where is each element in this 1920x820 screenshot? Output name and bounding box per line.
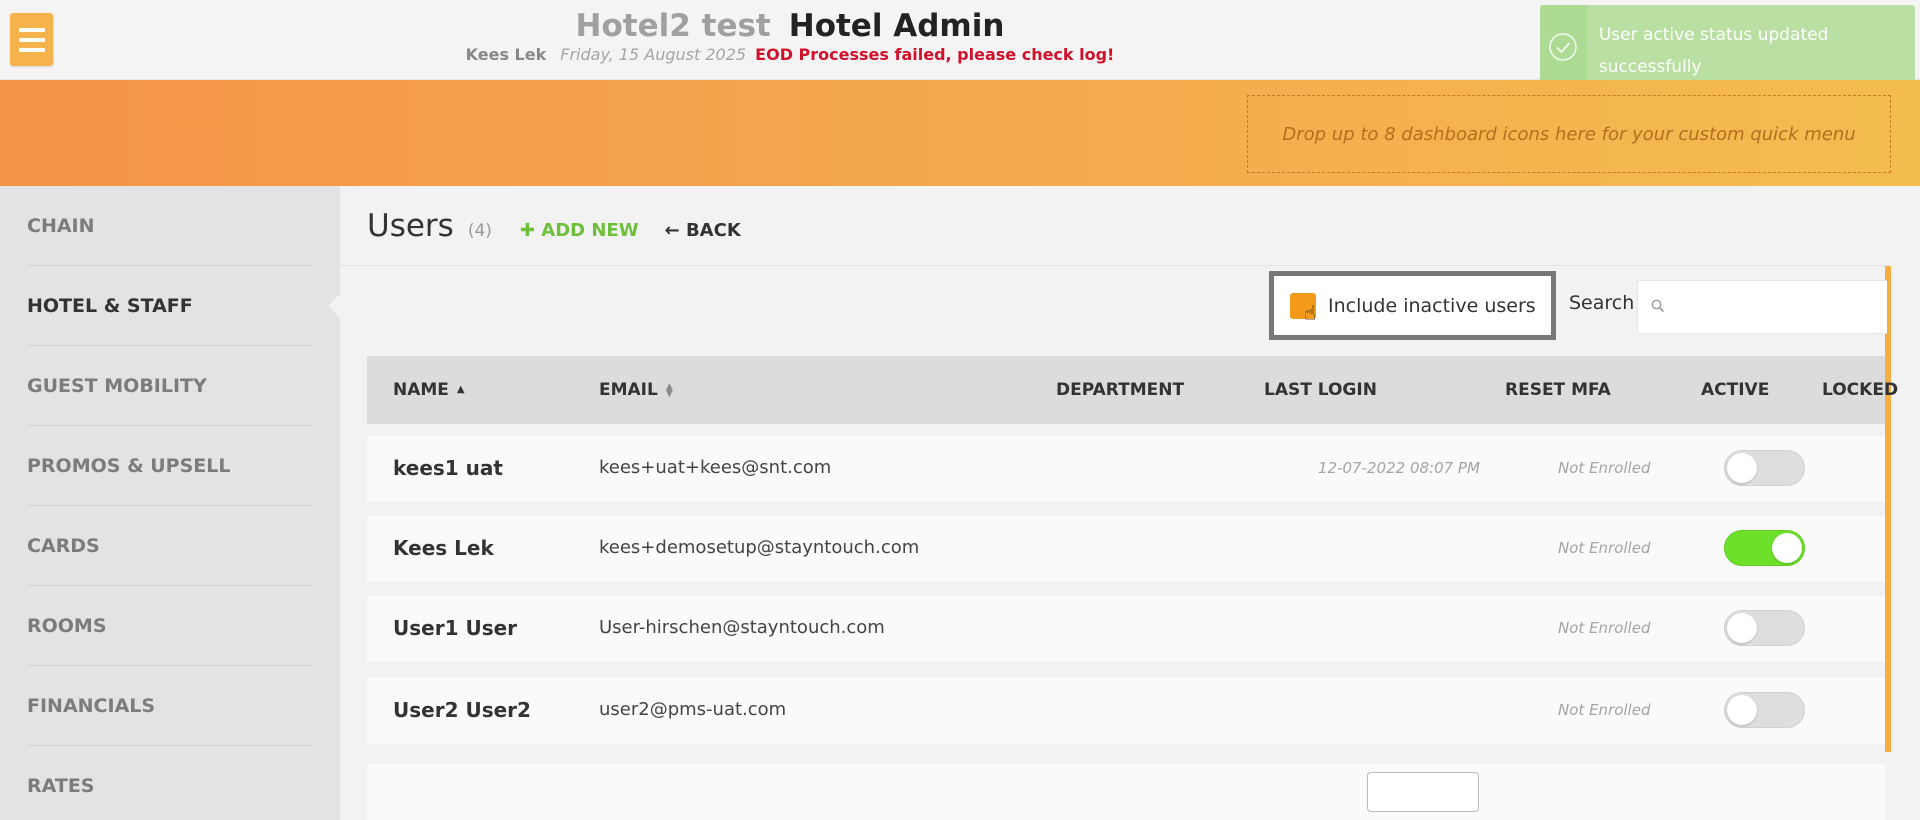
toggle-knob xyxy=(1727,695,1757,725)
user-email: kees+uat+kees@snt.com xyxy=(599,457,832,478)
user-email: kees+demosetup@stayntouch.com xyxy=(599,537,920,558)
toast-message: User active status updated successfully xyxy=(1598,25,1829,77)
sidebar: CHAIN HOTEL & STAFF GUEST MOBILITY PROMO… xyxy=(0,186,341,820)
column-header-locked: LOCKED xyxy=(1822,380,1899,400)
user-name[interactable]: Kees Lek xyxy=(393,536,494,560)
sort-icon: ▲ ▼ xyxy=(665,382,673,399)
toggle-knob xyxy=(1727,613,1757,643)
sidebar-item-rates[interactable]: RATES xyxy=(27,746,313,820)
column-header-active: ACTIVE xyxy=(1701,380,1770,400)
quick-menu-dropzone[interactable]: Drop up to 8 dashboard icons here for yo… xyxy=(1247,95,1891,173)
scroll-accent-bar xyxy=(1885,266,1891,752)
table-header: NAME ▲ EMAIL ▲ ▼ DEPARTMENT LAST LOGIN RESE… xyxy=(367,356,1898,424)
header-divider xyxy=(340,265,1890,266)
user-count: (4) xyxy=(467,221,492,241)
user-email: User-hirschen@stayntouch.com xyxy=(599,617,885,638)
sort-ascending-icon: ▲ xyxy=(456,384,465,395)
include-inactive-filter[interactable]: ☝ Include inactive users xyxy=(1269,271,1556,340)
table-row[interactable]: Kees Lek kees+demosetup@stayntouch.com N… xyxy=(367,516,1885,582)
user-email: user2@pms-uat.com xyxy=(599,699,787,720)
search-input[interactable] xyxy=(1637,280,1887,334)
active-toggle[interactable] xyxy=(1724,610,1805,646)
reset-mfa-status: Not Enrolled xyxy=(1558,459,1651,477)
header-subtitle: Kees Lek Friday, 15 August 2025 EOD Proce… xyxy=(0,45,1580,64)
success-toast: User active status updated successfully xyxy=(1540,5,1915,89)
sidebar-item-guest-mobility[interactable]: GUEST MOBILITY xyxy=(27,346,313,426)
quick-menu-band: Drop up to 8 dashboard icons here for yo… xyxy=(0,80,1920,186)
add-new-label: ADD NEW xyxy=(541,220,639,241)
search-label: Search xyxy=(1569,292,1635,314)
page-header: Users (4) ✚ ADD NEW ← BACK xyxy=(367,208,741,244)
active-toggle[interactable] xyxy=(1724,450,1805,486)
search-icon xyxy=(1651,299,1665,313)
hotel-name: Hotel2 test xyxy=(575,8,771,44)
table-row[interactable]: User1 User User-hirschen@stayntouch.com … xyxy=(367,596,1885,662)
sidebar-item-hotel-staff[interactable]: HOTEL & STAFF xyxy=(27,266,313,346)
last-login: 12-07-2022 08:07 PM xyxy=(1318,459,1480,477)
include-inactive-checkbox[interactable]: ☝ xyxy=(1290,292,1316,325)
column-header-department: DEPARTMENT xyxy=(1056,380,1185,400)
pagination-bar xyxy=(367,764,1885,820)
arrow-left-icon: ← xyxy=(664,220,680,241)
active-toggle[interactable] xyxy=(1724,692,1805,728)
reset-mfa-status: Not Enrolled xyxy=(1558,539,1651,557)
toggle-knob xyxy=(1772,533,1802,563)
sidebar-item-rooms[interactable]: ROOMS xyxy=(27,586,313,666)
sidebar-item-promos-upsell[interactable]: PROMOS & UPSELL xyxy=(27,426,313,506)
plus-icon: ✚ xyxy=(519,220,535,241)
add-new-button[interactable]: ✚ ADD NEW xyxy=(520,220,639,241)
sidebar-item-financials[interactable]: FINANCIALS xyxy=(27,666,313,746)
user-name[interactable]: User1 User xyxy=(393,616,517,640)
column-header-reset-mfa: RESET MFA xyxy=(1505,380,1611,400)
hand-cursor-icon: ☝ xyxy=(1304,300,1317,325)
table-row[interactable]: User2 User2 user2@pms-uat.com Not Enroll… xyxy=(367,678,1885,744)
user-name[interactable]: User2 User2 xyxy=(393,698,531,722)
back-button[interactable]: ← BACK xyxy=(665,220,741,241)
header-title: Hotel2 test Hotel Admin xyxy=(0,8,1580,44)
back-label: BACK xyxy=(685,220,741,241)
page-size-select[interactable] xyxy=(1367,772,1479,812)
toggle-knob xyxy=(1727,453,1757,483)
sidebar-item-chain[interactable]: CHAIN xyxy=(27,186,313,266)
include-inactive-label: Include inactive users xyxy=(1328,294,1536,317)
main-content: Users (4) ✚ ADD NEW ← BACK ☝ Include ina… xyxy=(340,186,1920,820)
table-row[interactable]: kees1 uat kees+uat+kees@snt.com 12-07-20… xyxy=(367,436,1885,502)
column-header-name[interactable]: NAME ▲ xyxy=(393,380,465,400)
page-title: Users xyxy=(367,208,454,244)
column-header-last-login: LAST LOGIN xyxy=(1264,380,1377,400)
reset-mfa-status: Not Enrolled xyxy=(1558,619,1651,637)
business-date: Friday, 15 August 2025 xyxy=(560,45,747,64)
current-user-name: Kees Lek xyxy=(465,45,547,64)
active-toggle[interactable] xyxy=(1724,530,1805,566)
app-title: Hotel Admin xyxy=(788,8,1005,44)
check-circle-icon xyxy=(1540,5,1587,89)
eod-error-link[interactable]: EOD Processes failed, please check log! xyxy=(755,45,1114,64)
user-name[interactable]: kees1 uat xyxy=(393,456,503,480)
sidebar-item-cards[interactable]: CARDS xyxy=(27,506,313,586)
reset-mfa-status: Not Enrolled xyxy=(1558,701,1651,719)
column-header-email[interactable]: EMAIL ▲ ▼ xyxy=(599,380,673,400)
